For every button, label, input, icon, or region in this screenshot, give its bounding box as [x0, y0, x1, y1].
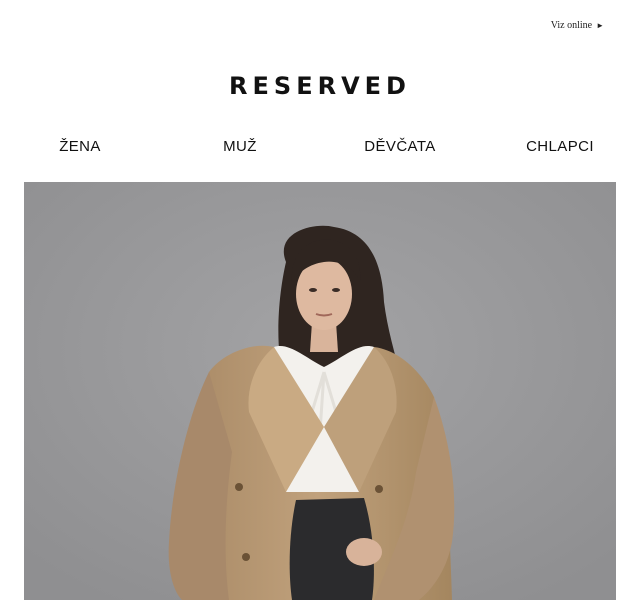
nav-item-muz[interactable]: MUŽ — [160, 138, 320, 155]
view-online-label: Viz online — [550, 20, 593, 31]
eye — [309, 288, 317, 292]
hero-illustration — [24, 182, 616, 600]
play-arrow-icon: ► — [596, 20, 604, 30]
nav-item-devcata[interactable]: DĚVČATA — [320, 138, 480, 155]
hero-image[interactable] — [24, 182, 616, 600]
coat-button — [375, 485, 383, 493]
nav-item-zena[interactable]: ŽENA — [0, 138, 160, 155]
nav-item-chlapci[interactable]: CHLAPCI — [480, 138, 640, 155]
main-navigation: ŽENA MUŽ DĚVČATA CHLAPCI — [0, 138, 640, 155]
eye — [332, 288, 340, 292]
hand — [346, 538, 382, 566]
brand-logo[interactable]: RESERVED — [0, 72, 640, 100]
coat-button — [242, 553, 250, 561]
coat-button — [235, 483, 243, 491]
view-online-link[interactable]: Viz online ► — [551, 20, 604, 31]
